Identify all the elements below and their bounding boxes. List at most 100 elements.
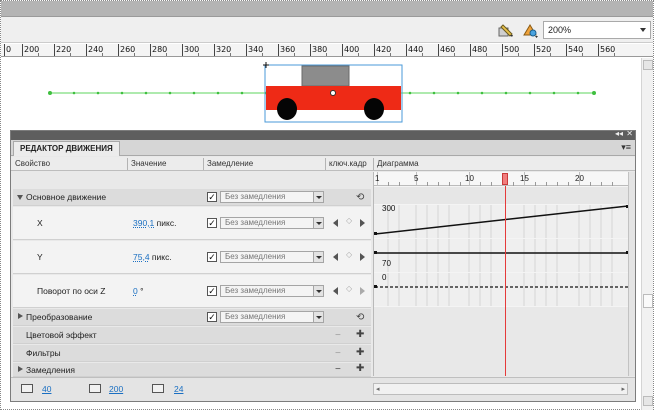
rotation-value[interactable]: 0 ° <box>133 286 144 296</box>
easing-select[interactable]: Без замедления <box>220 311 324 323</box>
graph-row-y[interactable]: 70 <box>374 239 628 272</box>
stage-vertical-scrollbar[interactable] <box>641 58 653 410</box>
easing-select[interactable]: Без замедления <box>220 217 324 229</box>
frame-label: 20 <box>575 174 584 183</box>
x-value[interactable]: 390,1 пикс. <box>133 218 176 228</box>
row-x[interactable]: X 390,1 пикс. ✓ Без замедления ◇ <box>13 207 371 240</box>
row-filters[interactable]: Фильтры − ✚ <box>13 345 371 362</box>
next-keyframe-icon[interactable] <box>360 219 365 227</box>
x-value-number[interactable]: 390,1 <box>133 218 154 228</box>
graph-row-x[interactable]: 300 <box>374 204 628 238</box>
chevron-down-icon <box>313 218 323 228</box>
graph-area[interactable]: 1 5 10 15 20 300 70 0 <box>373 172 628 376</box>
scroll-thumb[interactable] <box>643 294 653 308</box>
easing-checkbox[interactable]: ✓ <box>207 252 217 262</box>
add-keyframe-icon[interactable]: ◇ <box>346 250 352 259</box>
stage-canvas[interactable] <box>1 58 641 130</box>
scroll-down-button[interactable] <box>643 396 653 406</box>
prev-keyframe-icon[interactable] <box>333 253 338 261</box>
add-icon[interactable]: ✚ <box>356 364 364 374</box>
ruler-label: 360 <box>280 45 296 54</box>
graph-horizontal-scrollbar[interactable]: ◂ ▸ <box>373 383 628 395</box>
remove-icon[interactable]: − <box>335 349 341 359</box>
horizontal-ruler: 0 200 220 240 260 280 300 320 340 360 38… <box>1 44 653 57</box>
frame-label: 10 <box>465 174 474 183</box>
row-rotation-z[interactable]: Поворот по оси Z 0 ° ✓ Без замедления ◇ <box>13 275 371 308</box>
row-label: Y <box>37 252 43 262</box>
expanded-graph-size-value[interactable]: 200 <box>109 384 123 394</box>
prev-keyframe-icon[interactable] <box>333 219 338 227</box>
expand-triangle-icon[interactable] <box>18 313 23 319</box>
add-icon[interactable]: ✚ <box>356 348 364 358</box>
ruler-label: 240 <box>88 45 104 54</box>
title-strip <box>1 1 653 17</box>
add-keyframe-icon[interactable]: ◇ <box>346 284 352 293</box>
rotation-value-number[interactable]: 0 <box>133 286 138 296</box>
frame-label: 15 <box>520 174 529 183</box>
prev-keyframe-icon[interactable] <box>333 287 338 295</box>
panel-menu-icon[interactable]: ▾≡ <box>621 142 631 153</box>
easing-checkbox[interactable]: ✓ <box>207 218 217 228</box>
viewable-frames-icon <box>152 384 164 393</box>
easing-select-value: Без замедления <box>225 218 286 227</box>
column-value: Значение <box>131 159 167 168</box>
stage-artwork <box>48 62 596 123</box>
chevron-down-icon <box>313 286 323 296</box>
row-color-effect[interactable]: Цветовой эффект − ✚ <box>13 327 371 344</box>
easing-checkbox[interactable]: ✓ <box>207 286 217 296</box>
easing-select[interactable]: Без замедления <box>220 285 324 297</box>
expand-triangle-icon[interactable] <box>18 366 23 372</box>
frame-scale[interactable]: 1 5 10 15 20 <box>374 172 628 186</box>
edit-symbol-icon[interactable] <box>497 22 515 38</box>
graph-size-icon <box>21 384 33 393</box>
row-eases[interactable]: Замедления − ✚ <box>13 363 371 377</box>
graph-vertical-scrollbar[interactable] <box>628 172 635 376</box>
x-curve <box>374 205 628 238</box>
add-icon[interactable]: ✚ <box>356 330 364 340</box>
ruler-label: 340 <box>248 45 264 54</box>
column-easing: Замедление <box>207 159 254 168</box>
next-keyframe-icon[interactable] <box>360 253 365 261</box>
reset-values-icon[interactable]: ⟲ <box>356 193 364 203</box>
close-icon[interactable]: ✕ <box>626 129 633 138</box>
remove-icon[interactable]: − <box>335 365 341 375</box>
tab-motion-editor[interactable]: РЕДАКТОР ДВИЖЕНИЯ <box>13 141 120 156</box>
ruler-label: 520 <box>536 45 552 54</box>
ruler-label: 300 <box>184 45 200 54</box>
easing-checkbox[interactable]: ✓ <box>207 192 217 202</box>
scroll-right-icon[interactable]: ▸ <box>621 385 625 393</box>
reset-values-icon[interactable]: ⟲ <box>356 313 364 323</box>
ruler-label: 400 <box>344 45 360 54</box>
row-transform[interactable]: Преобразование ✓ Без замедления ⟲ <box>13 309 371 326</box>
panel-tab-bar: РЕДАКТОР ДВИЖЕНИЯ ▾≡ <box>11 140 635 156</box>
row-y[interactable]: Y 75,4 пикс. ✓ Без замедления ◇ <box>13 241 371 274</box>
y-value-number[interactable]: 75,4 <box>133 252 150 262</box>
viewable-frames-value[interactable]: 24 <box>174 384 183 394</box>
next-keyframe-icon[interactable] <box>360 287 365 295</box>
collapse-icon[interactable]: ◂◂ <box>615 129 623 138</box>
scroll-up-button[interactable] <box>643 60 653 70</box>
graph-row-rotation[interactable]: 0 <box>374 273 628 306</box>
row-label: Основное движение <box>26 192 107 202</box>
playhead-handle[interactable] <box>502 173 508 185</box>
expand-triangle-icon[interactable] <box>17 195 23 200</box>
ruler-label: 480 <box>472 45 488 54</box>
zoom-select[interactable]: 200% <box>543 21 651 39</box>
add-keyframe-icon[interactable]: ◇ <box>346 216 352 225</box>
easing-select-value: Без замедления <box>225 286 286 295</box>
remove-icon[interactable]: − <box>335 331 341 341</box>
easing-select[interactable]: Без замедления <box>220 191 324 203</box>
row-label: Преобразование <box>26 312 93 322</box>
y-value[interactable]: 75,4 пикс. <box>133 252 172 262</box>
row-basic-motion[interactable]: Основное движение ✓ Без замедления ⟲ <box>13 189 371 206</box>
ruler-label: 200 <box>24 45 40 54</box>
playhead-line <box>505 186 506 376</box>
scroll-left-icon[interactable]: ◂ <box>376 385 380 393</box>
edit-scene-icon[interactable] <box>521 22 539 38</box>
unit-label: ° <box>140 286 144 296</box>
easing-checkbox[interactable]: ✓ <box>207 312 217 322</box>
graph-size-value[interactable]: 40 <box>42 384 51 394</box>
panel-bottom-bar: 40 200 24 ◂ ▸ <box>11 377 635 401</box>
easing-select[interactable]: Без замедления <box>220 251 324 263</box>
column-keyframe: ключ.кадр <box>329 159 367 168</box>
